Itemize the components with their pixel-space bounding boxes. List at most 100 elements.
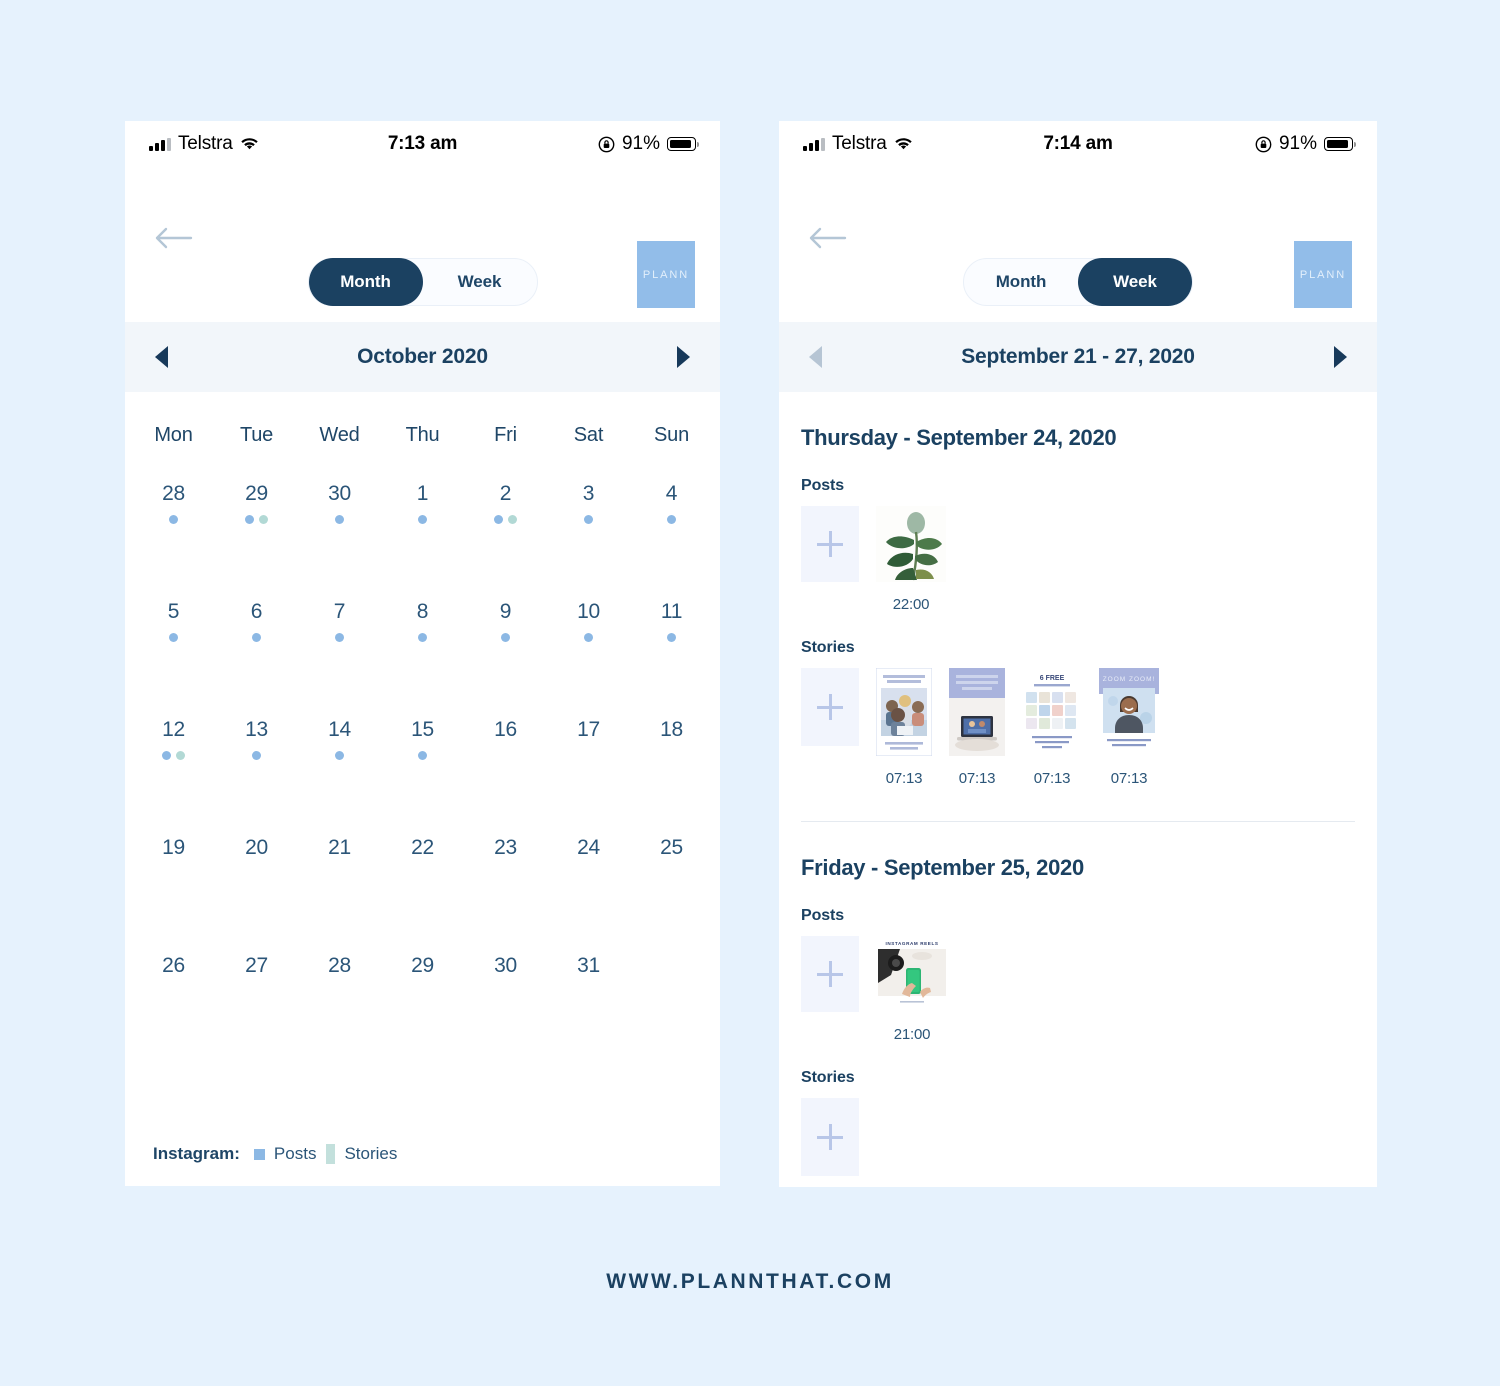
- day-indicator-dots: [298, 869, 381, 878]
- tab-month[interactable]: Month: [308, 258, 423, 306]
- view-toggle[interactable]: Month Week: [963, 258, 1193, 306]
- laptop-desk-story[interactable]: [949, 668, 1005, 761]
- next-week-button[interactable]: [1334, 346, 1347, 368]
- scheduled-story-item[interactable]: 07:13: [949, 668, 1005, 787]
- tab-week[interactable]: Week: [1078, 258, 1192, 306]
- day-cell-19[interactable]: 19: [132, 837, 215, 878]
- add-tile-background[interactable]: [801, 506, 859, 582]
- family-laptop-story[interactable]: [875, 667, 933, 761]
- scheduled-post-item[interactable]: 22:00: [876, 506, 946, 613]
- day-number: 17: [577, 718, 600, 741]
- post-dot-icon: [162, 751, 171, 760]
- day-number: 30: [494, 954, 517, 977]
- portrait-story[interactable]: ZOOM ZOOM!: [1099, 668, 1159, 761]
- day-cell-9[interactable]: 9: [464, 601, 547, 642]
- previous-month-button[interactable]: [155, 346, 168, 368]
- scheduled-story-item[interactable]: 6 FREE 07:13: [1022, 668, 1082, 787]
- plant-photo[interactable]: [876, 506, 946, 587]
- day-indicator-dots: [547, 869, 630, 878]
- day-cell-11[interactable]: 11: [630, 601, 713, 642]
- day-number: 24: [577, 836, 600, 859]
- add-tile-background[interactable]: [801, 936, 859, 1012]
- day-cell-5[interactable]: 5: [132, 601, 215, 642]
- day-cell-20[interactable]: 20: [215, 837, 298, 878]
- day-indicator-dots: [381, 751, 464, 760]
- day-cell-18[interactable]: 18: [630, 719, 713, 760]
- legend-title: Instagram:: [153, 1144, 240, 1163]
- day-cell-28[interactable]: 28: [298, 955, 381, 996]
- post-dot-icon: [667, 515, 676, 524]
- day-cell-23[interactable]: 23: [464, 837, 547, 878]
- day-cell-26[interactable]: 26: [132, 955, 215, 996]
- day-cell-13[interactable]: 13: [215, 719, 298, 760]
- wifi-icon: [240, 137, 259, 151]
- day-indicator-dots: [215, 987, 298, 996]
- add-post-tile[interactable]: [801, 936, 859, 1012]
- tab-week[interactable]: Week: [423, 258, 537, 306]
- day-cell-12[interactable]: 12: [132, 719, 215, 760]
- carrier-label: Telstra: [178, 133, 233, 154]
- day-cell-30[interactable]: 30: [298, 483, 381, 524]
- day-cell-7[interactable]: 7: [298, 601, 381, 642]
- day-number: 25: [660, 836, 683, 859]
- week-navigation-bar: September 21 - 27, 2020: [779, 322, 1377, 392]
- day-cell-31[interactable]: 31: [547, 955, 630, 996]
- day-cell-29[interactable]: 29: [381, 955, 464, 996]
- next-month-button[interactable]: [677, 346, 690, 368]
- day-cell-21[interactable]: 21: [298, 837, 381, 878]
- day-indicator-dots: [132, 633, 215, 642]
- post-dot-icon: [169, 633, 178, 642]
- back-arrow-icon[interactable]: [807, 225, 847, 251]
- battery-icon: [667, 137, 700, 151]
- story-dot-icon: [508, 515, 517, 524]
- day-number: 13: [245, 718, 268, 741]
- day-cell-10[interactable]: 10: [547, 601, 630, 642]
- day-cell-14[interactable]: 14: [298, 719, 381, 760]
- view-toggle[interactable]: Month Week: [307, 258, 538, 306]
- scheduled-story-item[interactable]: ZOOM ZOOM! 07:13: [1099, 668, 1159, 787]
- day-cell-empty: [630, 955, 713, 996]
- day-indicator-dots: [298, 987, 381, 996]
- add-tile-background[interactable]: [801, 668, 859, 746]
- day-cell-22[interactable]: 22: [381, 837, 464, 878]
- stories-section-label: Stories: [801, 1069, 855, 1086]
- day-cell-30[interactable]: 30: [464, 955, 547, 996]
- add-story-tile[interactable]: [801, 668, 859, 746]
- day-cell-15[interactable]: 15: [381, 719, 464, 760]
- battery-percent-label: 91%: [1278, 133, 1317, 154]
- week-row: 5 6 7 8 9 10 11: [132, 575, 713, 693]
- tab-month[interactable]: Month: [964, 258, 1078, 306]
- day-cell-3[interactable]: 3: [547, 483, 630, 524]
- add-story-tile[interactable]: [801, 1098, 859, 1176]
- day-number: 20: [245, 836, 268, 859]
- signal-bars-icon: [803, 137, 825, 151]
- day-cell-29[interactable]: 29: [215, 483, 298, 524]
- day-cell-27[interactable]: 27: [215, 955, 298, 996]
- day-cell-6[interactable]: 6: [215, 601, 298, 642]
- day-number: 22: [411, 836, 434, 859]
- scheduled-story-item[interactable]: 07:13: [875, 667, 933, 787]
- day-cell-2[interactable]: 2: [464, 483, 547, 524]
- day-number: 18: [660, 718, 683, 741]
- day-indicator-dots: [630, 869, 713, 878]
- rotation-lock-icon: [1255, 136, 1272, 153]
- previous-week-button[interactable]: [809, 346, 822, 368]
- day-cell-24[interactable]: 24: [547, 837, 630, 878]
- back-arrow-icon[interactable]: [153, 225, 193, 251]
- day-cell-1[interactable]: 1: [381, 483, 464, 524]
- add-tile-background[interactable]: [801, 1098, 859, 1176]
- day-cell-25[interactable]: 25: [630, 837, 713, 878]
- day-cell-4[interactable]: 4: [630, 483, 713, 524]
- day-cell-8[interactable]: 8: [381, 601, 464, 642]
- collage-story[interactable]: 6 FREE: [1022, 668, 1082, 761]
- day-cell-17[interactable]: 17: [547, 719, 630, 760]
- status-bar-left: Telstra: [149, 133, 259, 155]
- day-cell-16[interactable]: 16: [464, 719, 547, 760]
- add-post-tile[interactable]: [801, 506, 859, 582]
- carrier-label: Telstra: [832, 133, 887, 154]
- post-dot-icon: [252, 633, 261, 642]
- day-cell-28[interactable]: 28: [132, 483, 215, 524]
- instagram-reels-photo[interactable]: INSTAGRAM REELS: [876, 936, 948, 1017]
- plann-logo: PLANN: [1294, 241, 1352, 308]
- scheduled-post-item[interactable]: INSTAGRAM REELS 21:00: [876, 936, 948, 1043]
